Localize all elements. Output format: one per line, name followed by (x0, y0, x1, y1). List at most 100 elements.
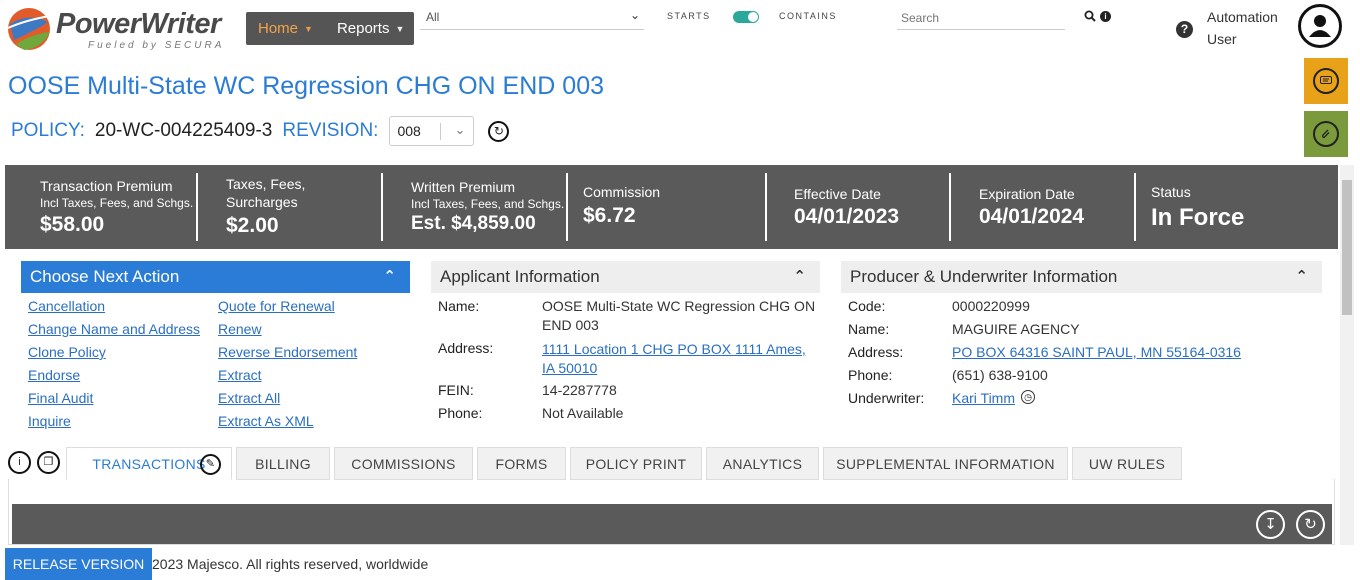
action-quote-renewal-link[interactable]: Quote for Renewal (218, 298, 335, 314)
applicant-header[interactable]: Applicant Information ⌃ (431, 261, 820, 293)
applicant-fein-label: FEIN: (438, 382, 474, 398)
search-icon[interactable] (1084, 10, 1096, 22)
metric-label: Effective Date (794, 186, 881, 202)
clock-icon[interactable]: ◷ (1021, 390, 1035, 404)
chevron-up-icon[interactable]: ⌃ (383, 267, 396, 285)
metric-value: $6.72 (583, 204, 636, 227)
policy-label: POLICY: (11, 120, 85, 141)
metric-value: 04/01/2023 (794, 205, 900, 228)
applicant-address-link-line1[interactable]: 1111 Location 1 CHG PO BOX 1111 Ames, (542, 340, 806, 359)
policy-row: POLICY: 20-WC-004225409-3 REVISION: 008 … (11, 116, 510, 146)
brand-name: PowerWriter (56, 8, 221, 40)
download-icon[interactable]: ↧ (1256, 510, 1285, 539)
nav-reports-label: Reports (336, 20, 390, 37)
revision-value: 008 (397, 123, 421, 139)
tab-forms[interactable]: FORMS (477, 447, 566, 480)
applicant-name-label: Name: (438, 298, 480, 314)
tab-transactions[interactable]: TRANSACTIONS ✎ (66, 447, 232, 480)
tab-transactions-label: TRANSACTIONS (92, 456, 206, 472)
metric-expiration-date: Expiration Date 04/01/2024 (951, 165, 1136, 249)
producer-code-label: Code: (848, 298, 886, 314)
search-scope-select[interactable]: All ⌄ (420, 4, 644, 30)
metric-sublabel: Incl Taxes, Fees, and Schgs. (411, 197, 565, 211)
paperclip-icon (1313, 121, 1339, 147)
tab-forms-label: FORMS (495, 456, 548, 472)
attachments-button[interactable] (1304, 111, 1348, 157)
copyright-text: 2023 Majesco. All rights reserved, world… (152, 556, 429, 572)
action-final-audit-link[interactable]: Final Audit (28, 390, 93, 406)
revision-label: REVISION: (282, 120, 379, 141)
underwriter-link[interactable]: Kari Timm (952, 389, 1015, 408)
scrollbar-thumb[interactable] (1342, 180, 1352, 315)
action-change-name-address-link[interactable]: Change Name and Address (28, 321, 200, 337)
match-mode-toggle[interactable] (733, 11, 759, 23)
user-name[interactable]: Automation User (1207, 6, 1278, 50)
metric-status: Status In Force (1136, 165, 1338, 249)
refresh-icon[interactable]: ↻ (488, 120, 510, 142)
action-inquire-link[interactable]: Inquire (28, 413, 71, 429)
user-avatar-icon[interactable] (1298, 4, 1342, 48)
producer-code: 0000220999 (952, 298, 1030, 314)
help-icon[interactable]: ? (1176, 21, 1193, 38)
info-icon[interactable]: i (1100, 11, 1111, 22)
metric-label: Transaction Premium (40, 178, 173, 194)
page-title: OOSE Multi-State WC Regression CHG ON EN… (8, 72, 604, 100)
tab-uw-rules[interactable]: UW RULES (1072, 447, 1182, 480)
tab-policy-print-label: POLICY PRINT (585, 456, 687, 472)
user-name-line1: Automation (1207, 9, 1278, 25)
search-input[interactable] (897, 6, 1065, 30)
metric-value: $58.00 (40, 213, 105, 236)
next-action-header[interactable]: Choose Next Action ⌃ (21, 261, 410, 293)
revision-select[interactable]: 008 ⌄ (389, 116, 475, 146)
chevron-up-icon[interactable]: ⌃ (793, 267, 806, 285)
edit-icon[interactable]: ✎ (200, 454, 221, 475)
metric-sublabel: Incl Taxes, Fees, and Schgs. (40, 196, 194, 210)
copy-icon[interactable]: ❐ (37, 451, 60, 474)
action-cancellation-link[interactable]: Cancellation (28, 298, 105, 314)
tab-commissions[interactable]: COMMISSIONS (334, 447, 473, 480)
chat-icon (1313, 68, 1339, 94)
chevron-down-icon: ⌄ (629, 8, 640, 22)
user-name-line2: User (1207, 31, 1237, 47)
chevron-down-icon: ▼ (395, 23, 405, 34)
metric-value: In Force (1151, 204, 1245, 231)
release-version-button[interactable]: RELEASE VERSION (5, 548, 152, 580)
applicant-phone: Not Available (542, 405, 624, 421)
metric-label: Commission (583, 184, 661, 200)
producer-title: Producer & Underwriter Information (850, 267, 1118, 286)
nav-home[interactable]: Home ▼ (246, 20, 325, 37)
brand-logo[interactable]: PowerWriter Fueled by SECURA (6, 6, 238, 52)
action-renew-link[interactable]: Renew (218, 321, 262, 337)
refresh-icon[interactable]: ↻ (1296, 510, 1325, 539)
action-extract-all-link[interactable]: Extract All (218, 390, 280, 406)
nav-home-label: Home (258, 20, 299, 37)
action-clone-policy-link[interactable]: Clone Policy (28, 344, 106, 360)
action-reverse-endorsement-link[interactable]: Reverse Endorsement (218, 344, 357, 360)
metric-label: Taxes, Fees, (226, 176, 306, 192)
metric-value: $2.00 (226, 214, 279, 237)
action-extract-xml-link[interactable]: Extract As XML (218, 413, 314, 429)
tab-supplemental-information[interactable]: SUPPLEMENTAL INFORMATION (823, 447, 1068, 480)
producer-phone-label: Phone: (848, 367, 893, 383)
metric-value: 04/01/2024 (979, 205, 1085, 228)
underwriter-label: Underwriter: (848, 390, 925, 406)
action-extract-link[interactable]: Extract (218, 367, 262, 383)
metric-sublabel: Surcharges (226, 194, 298, 210)
tab-analytics[interactable]: ANALYTICS (706, 447, 819, 480)
tab-billing[interactable]: BILLING (236, 447, 330, 480)
tab-policy-print[interactable]: POLICY PRINT (570, 447, 702, 480)
producer-header[interactable]: Producer & Underwriter Information ⌃ (841, 261, 1322, 293)
chat-button[interactable] (1304, 58, 1348, 104)
applicant-address-label: Address: (438, 340, 494, 356)
metric-label: Status (1151, 184, 1191, 200)
applicant-fein: 14-2287778 (542, 382, 617, 398)
nav-reports[interactable]: Reports ▼ (325, 20, 416, 37)
info-toggle-icon[interactable]: i (8, 451, 31, 474)
action-endorse-link[interactable]: Endorse (28, 367, 80, 383)
chevron-up-icon[interactable]: ⌃ (1295, 267, 1308, 285)
applicant-address-link-line2[interactable]: IA 50010 (542, 359, 597, 378)
applicant-name-line2: END 003 (542, 317, 599, 333)
metric-written-premium: Written Premium Incl Taxes, Fees, and Sc… (383, 165, 568, 249)
metric-transaction-premium: Transaction Premium Incl Taxes, Fees, an… (5, 165, 198, 249)
producer-address-link[interactable]: PO BOX 64316 SAINT PAUL, MN 55164-0316 (952, 343, 1241, 362)
